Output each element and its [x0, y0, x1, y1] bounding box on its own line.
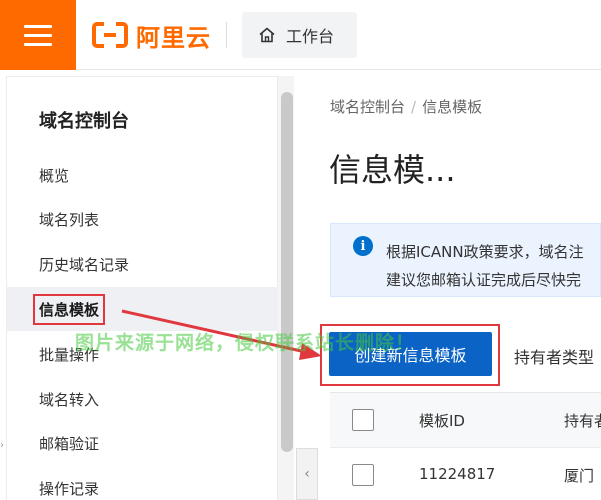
select-all-checkbox[interactable]: [352, 409, 374, 431]
sidebar-item-label: 信息模板: [33, 293, 106, 325]
aliyun-logo-icon: [92, 22, 128, 48]
top-bar: 阿里云 工作台: [0, 0, 601, 70]
home-icon: [259, 27, 275, 43]
row-checkbox[interactable]: [352, 464, 374, 486]
holder-type-filter[interactable]: 持有者类型: [514, 344, 594, 368]
sidebar-item-op-log[interactable]: 操作记录: [7, 466, 279, 500]
sidebar-item-label: 邮箱验证: [39, 434, 100, 453]
sidebar-item-label: 历史域名记录: [39, 255, 130, 274]
breadcrumb-separator: /: [411, 98, 417, 116]
aliyun-logo[interactable]: 阿里云: [92, 20, 211, 52]
notice-banner: i 根据ICANN政策要求，域名注 建议您邮箱认证完成后尽快完: [330, 223, 601, 297]
sidebar-item-label: 概览: [39, 166, 70, 185]
sidebar-item-domain-list[interactable]: 域名列表: [7, 197, 279, 241]
column-header-template-id: 模板ID: [419, 412, 465, 430]
sidebar-item-info-template[interactable]: 信息模板: [7, 287, 279, 331]
notice-line-2: 建议您邮箱认证完成后尽快完: [386, 271, 582, 289]
info-icon: i: [353, 236, 373, 256]
chevron-right-icon: ›: [0, 440, 4, 451]
workbench-button[interactable]: 工作台: [242, 12, 357, 58]
template-table: 模板ID 持有者 11224817 厦门: [330, 392, 601, 500]
chevron-left-icon: ‹: [304, 466, 310, 482]
sidebar-item-label: 域名列表: [39, 210, 100, 229]
breadcrumb-item-console[interactable]: 域名控制台: [330, 98, 405, 116]
logo-text: 阿里云: [136, 23, 211, 52]
sidebar-title: 域名控制台: [39, 111, 129, 132]
table-header: 模板ID 持有者: [330, 393, 601, 447]
notice-line-1: 根据ICANN政策要求，域名注: [386, 243, 584, 261]
header-divider: [226, 22, 227, 48]
column-header-holder: 持有者: [564, 412, 601, 430]
hamburger-icon: [24, 24, 52, 46]
sidebar-item-label: 操作记录: [39, 479, 100, 498]
page-title: 信息模...: [329, 151, 456, 189]
sidebar: 域名控制台 概览 域名列表 历史域名记录 信息模板 批量操作 域名转入 邮箱验证…: [6, 76, 279, 500]
sidebar-scrollbar-thumb[interactable]: [281, 92, 293, 452]
breadcrumb: 域名控制台 / 信息模板: [330, 96, 482, 117]
menu-button[interactable]: [0, 0, 76, 70]
breadcrumb-item-current: 信息模板: [422, 98, 483, 116]
sidebar-item-transfer-in[interactable]: 域名转入: [7, 377, 279, 421]
watermark: 图片来源于网络，侵权联系站长删除！: [75, 332, 416, 354]
sidebar-item-overview[interactable]: 概览: [7, 153, 279, 197]
sidebar-item-history[interactable]: 历史域名记录: [7, 242, 279, 286]
table-row[interactable]: 11224817 厦门: [330, 447, 601, 500]
sidebar-item-email-verify[interactable]: 邮箱验证: [7, 421, 279, 465]
cell-holder: 厦门: [564, 467, 595, 485]
sidebar-collapse-button[interactable]: ‹: [296, 448, 318, 500]
sidebar-item-label: 域名转入: [39, 390, 100, 409]
workbench-label: 工作台: [286, 27, 335, 46]
cell-template-id: 11224817: [419, 465, 496, 483]
